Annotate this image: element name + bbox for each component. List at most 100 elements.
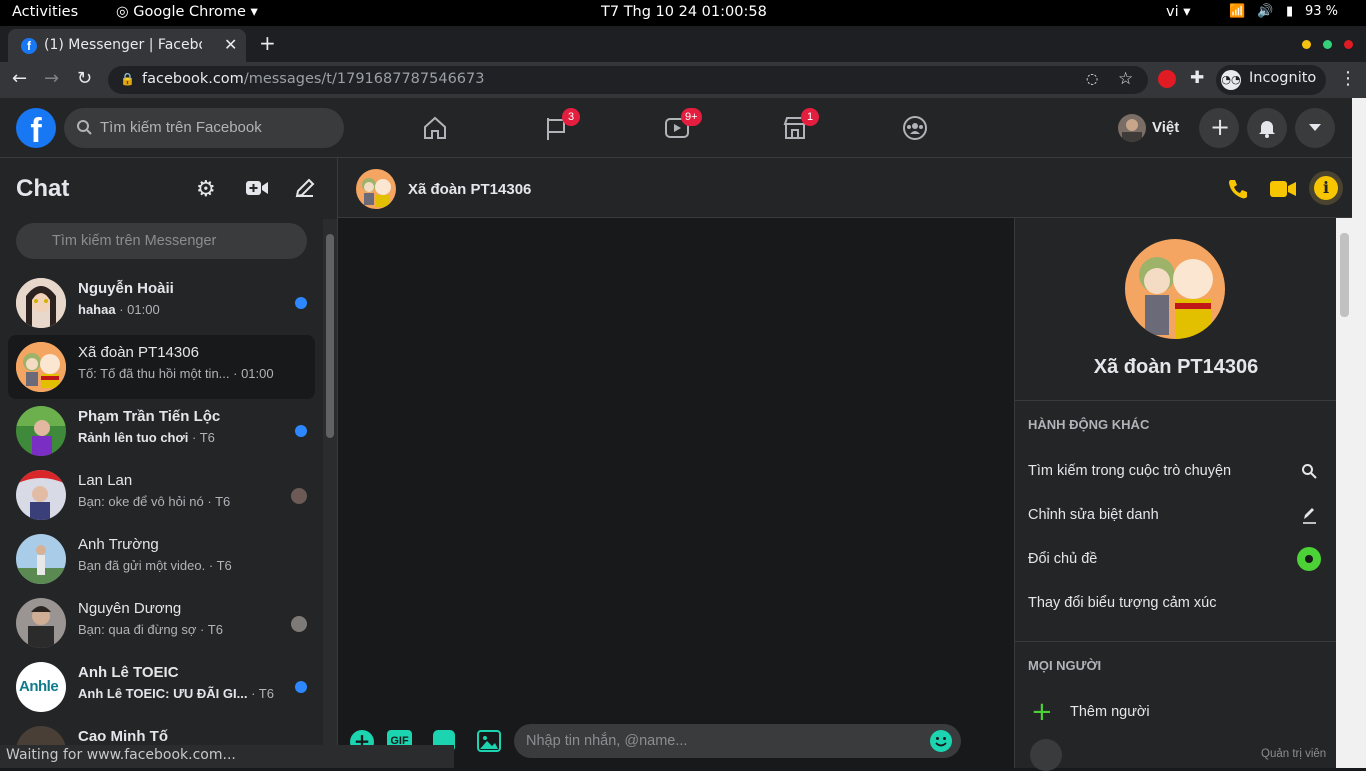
seen-avatar bbox=[291, 488, 307, 504]
window-minimize-button[interactable] bbox=[1302, 40, 1311, 49]
battery-percent: 93 % bbox=[1305, 4, 1339, 19]
extension-icon[interactable] bbox=[1158, 70, 1176, 88]
tab-messenger[interactable]: f (1) Messenger | Facebo ✕ bbox=[8, 29, 246, 62]
emoji-icon[interactable] bbox=[930, 730, 952, 752]
eye-off-icon[interactable]: ◌ bbox=[1086, 71, 1098, 87]
bookmark-star-icon[interactable]: ☆ bbox=[1118, 69, 1133, 89]
omnibox[interactable]: 🔒 facebook.com/messages/t/17916877875466… bbox=[108, 66, 1148, 94]
chat-sidebar: Chat ⚙ Tìm kiếm trên Messenger Nguyễn Ho… bbox=[0, 158, 338, 745]
toolbar: ← → ↻ 🔒 facebook.com/messages/t/17916877… bbox=[0, 62, 1366, 98]
home-icon[interactable] bbox=[422, 116, 448, 140]
back-icon[interactable]: ← bbox=[12, 68, 27, 89]
chevron-down-icon bbox=[1308, 123, 1322, 133]
marketplace-badge: 1 bbox=[801, 108, 819, 126]
conversation-item[interactable]: Nguyễn Hoàii hahaa · 01:00 bbox=[8, 271, 315, 335]
conversation-info-panel: Xã đoàn PT14306 HÀNH ĐỘNG KHÁC Tìm kiếm … bbox=[1014, 218, 1337, 771]
window-maximize-button[interactable] bbox=[1323, 40, 1332, 49]
seen-avatar bbox=[291, 616, 307, 632]
loading-status: Waiting for www.facebook.com... bbox=[0, 745, 454, 768]
reload-icon[interactable]: ↻ bbox=[77, 68, 92, 89]
extensions-puzzle-icon[interactable]: ✚ bbox=[1190, 68, 1204, 88]
conversation-preview: Rảnh lên tuo chơi · T6 bbox=[78, 430, 215, 445]
conversation-name: Nguyễn Hoàii bbox=[78, 280, 174, 297]
settings-gear-icon[interactable]: ⚙ bbox=[196, 177, 216, 202]
avatar bbox=[16, 726, 66, 745]
conversation-name: Cao Minh Tố bbox=[78, 728, 168, 745]
action-change-emoji[interactable]: Thay đổi biểu tượng cảm xúc bbox=[1028, 595, 1216, 611]
action-edit-nicknames[interactable]: Chỉnh sửa biệt danh bbox=[1028, 507, 1159, 523]
window-close-button[interactable] bbox=[1344, 40, 1353, 49]
wifi-icon[interactable]: 📶 bbox=[1229, 4, 1245, 19]
battery-icon[interactable]: ▮ bbox=[1286, 4, 1293, 19]
conversation-preview: Bạn: qua đi đừng sợ · T6 bbox=[78, 622, 223, 637]
conversation-item[interactable]: Cao Minh Tố bbox=[8, 719, 315, 745]
new-message-icon[interactable] bbox=[295, 178, 315, 198]
conversation-title[interactable]: Xã đoàn PT14306 bbox=[408, 181, 531, 198]
profile-shortcut[interactable]: Việt bbox=[1112, 110, 1190, 146]
info-icon: i bbox=[1314, 176, 1338, 200]
page-scrollbar[interactable] bbox=[1352, 98, 1366, 768]
clock[interactable]: T7 Thg 10 24 01:00:58 bbox=[601, 4, 767, 20]
attach-image-icon[interactable] bbox=[477, 730, 501, 752]
video-room-icon[interactable] bbox=[246, 180, 268, 196]
incognito-icon: ◔◔ bbox=[1221, 70, 1241, 90]
group-avatar[interactable] bbox=[356, 169, 396, 209]
incognito-indicator[interactable]: ◔◔ Incognito bbox=[1216, 65, 1326, 95]
profile-name: Việt bbox=[1152, 119, 1180, 136]
conversation-preview: Anh Lê TOEIC: ƯU ĐÃI GI... · T6 bbox=[78, 686, 274, 701]
close-tab-icon[interactable]: ✕ bbox=[224, 35, 237, 54]
conversation-item[interactable]: Anhle Anh Lê TOEIC Anh Lê TOEIC: ƯU ĐÃI … bbox=[8, 655, 315, 719]
app-menu[interactable]: ◎ Google Chrome ▾ bbox=[116, 4, 258, 20]
avatar bbox=[16, 406, 66, 456]
conversation-preview: Tố: Tố đã thu hồi một tin... · 01:00 bbox=[78, 366, 274, 381]
groups-icon[interactable] bbox=[902, 115, 928, 141]
activities-button[interactable]: Activities bbox=[12, 4, 78, 20]
facebook-logo-icon[interactable]: f bbox=[16, 108, 56, 148]
conversation-item[interactable]: Xã đoàn PT14306 Tố: Tố đã thu hồi một ti… bbox=[8, 335, 315, 399]
conversation-item[interactable]: Nguyên Dương Bạn: qua đi đừng sợ · T6 bbox=[8, 591, 315, 655]
action-search-in-conversation[interactable]: Tìm kiếm trong cuộc trò chuyện bbox=[1028, 463, 1231, 479]
group-large-avatar bbox=[1125, 239, 1225, 339]
facebook-top-nav: f Tìm kiếm trên Facebook 3 9+ 1 Việt + bbox=[0, 98, 1352, 158]
url-text[interactable]: facebook.com/messages/t/1791687787546673 bbox=[142, 71, 484, 87]
forward-icon[interactable]: → bbox=[44, 68, 59, 89]
new-tab-button[interactable]: + bbox=[259, 31, 276, 55]
voice-call-icon[interactable] bbox=[1227, 178, 1249, 200]
divider bbox=[1015, 400, 1337, 401]
facebook-search-box[interactable]: Tìm kiếm trên Facebook bbox=[64, 108, 344, 148]
video-call-icon[interactable] bbox=[1270, 181, 1296, 197]
section-people: MỌI NGƯỜI bbox=[1028, 658, 1102, 673]
message-input[interactable]: Nhập tin nhắn, @name... bbox=[514, 724, 961, 758]
info-panel-scroll-thumb[interactable] bbox=[1340, 233, 1349, 317]
theme-color-icon bbox=[1297, 547, 1321, 571]
lock-icon[interactable]: 🔒 bbox=[120, 72, 135, 86]
conversation-item[interactable]: Anh Trường Bạn đã gửi một video. · T6 bbox=[8, 527, 315, 591]
member-avatar[interactable] bbox=[1030, 739, 1062, 771]
chat-list-scroll-thumb[interactable] bbox=[326, 234, 334, 438]
chrome-menu-icon[interactable]: ⋮ bbox=[1339, 68, 1357, 89]
conversation-item[interactable]: Lan Lan Bạn: oke để vô hỏi nó · T6 bbox=[8, 463, 315, 527]
pencil-icon bbox=[1301, 506, 1317, 524]
add-people-icon[interactable]: + bbox=[1031, 699, 1053, 725]
action-change-theme[interactable]: Đổi chủ đề bbox=[1028, 551, 1097, 567]
create-button[interactable]: + bbox=[1199, 108, 1239, 148]
account-menu-button[interactable] bbox=[1295, 108, 1335, 148]
conversation-name: Anh Trường bbox=[78, 536, 159, 553]
incognito-label: Incognito bbox=[1249, 70, 1317, 86]
conversation-name: Anh Lê TOEIC bbox=[78, 664, 179, 681]
conversation-name: Phạm Trần Tiến Lộc bbox=[78, 408, 221, 425]
facebook-favicon-icon: f bbox=[21, 38, 37, 54]
search-icon bbox=[1301, 463, 1317, 479]
divider bbox=[1015, 641, 1337, 642]
input-language[interactable]: vi ▾ bbox=[1166, 4, 1191, 20]
chat-heading: Chat bbox=[16, 175, 70, 202]
facebook-search-placeholder: Tìm kiếm trên Facebook bbox=[100, 119, 262, 136]
volume-icon[interactable]: 🔊 bbox=[1257, 4, 1273, 19]
avatar bbox=[16, 470, 66, 520]
conversation-info-button[interactable]: i bbox=[1309, 171, 1343, 205]
add-people-button[interactable]: Thêm người bbox=[1070, 704, 1150, 720]
conversation-item[interactable]: Phạm Trần Tiến Lộc Rảnh lên tuo chơi · T… bbox=[8, 399, 315, 463]
messenger-search-input[interactable]: Tìm kiếm trên Messenger bbox=[16, 223, 307, 259]
tab-strip: f (1) Messenger | Facebo ✕ + bbox=[0, 26, 1366, 62]
notifications-button[interactable] bbox=[1247, 108, 1287, 148]
